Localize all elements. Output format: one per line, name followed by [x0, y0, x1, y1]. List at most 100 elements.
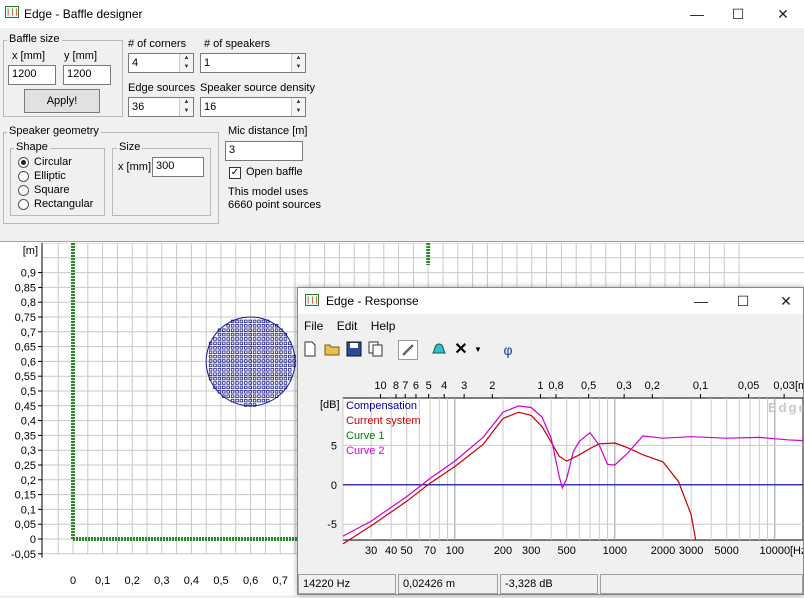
speaker-source-point — [274, 368, 279, 372]
top-tick-label: 2 — [489, 380, 495, 392]
speaker-source-point — [257, 390, 261, 394]
speaker-source-point — [230, 350, 235, 354]
edge-sources-spinbox[interactable]: 36 ▲ ▼ — [128, 97, 194, 117]
speaker-source-point — [235, 372, 239, 376]
speaker-source-point — [222, 381, 226, 385]
size-x-input[interactable]: 300 — [152, 157, 204, 177]
new-icon[interactable] — [300, 340, 320, 360]
pen-icon[interactable] — [398, 340, 418, 360]
close-button[interactable]: ✕ — [760, 0, 804, 28]
density-spinbox[interactable]: 16 ▲ ▼ — [200, 97, 306, 117]
y-tick-label: 0,4 — [21, 416, 36, 428]
dropdown-icon[interactable]: ▼ — [472, 340, 484, 360]
top-tick-label: 4 — [441, 380, 447, 392]
speaker-source-point — [252, 346, 257, 350]
open-baffle-checkbox[interactable]: ✓ — [229, 167, 241, 179]
speaker-source-point — [226, 368, 230, 372]
response-minimize-button[interactable]: — — [678, 288, 724, 314]
speaker-source-point — [244, 337, 248, 341]
mic-distance-input[interactable]: 3 — [225, 141, 303, 161]
close-x-icon[interactable]: ✕ — [451, 340, 471, 360]
radio-circular[interactable] — [18, 157, 29, 168]
speaker-source-point — [266, 350, 270, 354]
baffle-y-input[interactable]: 1200 — [63, 65, 111, 85]
speaker-source-point — [252, 324, 257, 328]
speaker-source-point — [213, 337, 217, 341]
baffle-size-label: Baffle size — [7, 33, 62, 45]
speaker-source-point — [226, 354, 230, 359]
open-icon[interactable] — [322, 340, 342, 360]
speaker-source-point — [279, 332, 283, 337]
speaker-source-point — [270, 363, 274, 368]
speakers-spinbox[interactable]: 1 ▲ ▼ — [200, 53, 306, 73]
speaker-source-point — [261, 350, 266, 354]
speaker-source-point — [261, 346, 266, 350]
speaker-source-point — [252, 398, 257, 403]
speaker-source-point — [266, 394, 270, 398]
speaker-source-point — [270, 381, 274, 385]
spin-arrows-icon[interactable]: ▲ ▼ — [291, 98, 305, 116]
speaker-source-point — [283, 381, 288, 385]
speaker-source-point — [244, 363, 248, 368]
top-tick-label: 3 — [461, 380, 467, 392]
apply-button[interactable]: Apply! — [24, 89, 100, 113]
menu-help[interactable]: Help — [371, 319, 396, 333]
speaker-source-point — [283, 341, 288, 346]
speaker-source-point — [270, 368, 274, 372]
response-chart[interactable]: 30 40 50 70 100 200 300 500 1000 2000 3000 5000 1000… — [300, 374, 803, 572]
speaker-source-point — [266, 363, 270, 368]
spin-arrows-icon[interactable]: ▲ ▼ — [179, 54, 193, 72]
speaker-source-point — [217, 368, 222, 372]
response-maximize-button[interactable]: ☐ — [720, 288, 766, 314]
radio-square[interactable] — [18, 185, 29, 196]
speaker-source-point — [222, 328, 226, 332]
baffle-x-input[interactable]: 1200 — [8, 65, 56, 85]
speaker-source-point — [217, 372, 222, 376]
speaker-source-point — [239, 328, 244, 332]
speaker-source-point — [217, 346, 222, 350]
response-window[interactable]: ||| Edge - Response — ☐ ✕ File Edit Help… — [297, 287, 804, 595]
speaker-source-point — [235, 363, 239, 368]
speaker-source-point — [222, 390, 226, 394]
y-tick-label: -0,05 — [11, 549, 36, 561]
radio-elliptic[interactable] — [18, 171, 29, 182]
speaker-source-point — [261, 328, 266, 332]
speaker-source-point — [261, 341, 266, 346]
maximize-button[interactable]: ☐ — [715, 0, 761, 28]
speaker-source-point — [239, 398, 244, 403]
speaker-source-point — [279, 385, 283, 390]
speaker-source-point — [217, 363, 222, 368]
speaker-source-point — [239, 350, 244, 354]
copy-icon[interactable] — [366, 340, 386, 360]
status-level: -3,328 dB — [500, 574, 598, 594]
minimize-button[interactable]: — — [674, 0, 720, 28]
speaker-source-point — [222, 337, 226, 341]
corners-spinbox[interactable]: 4 ▲ ▼ — [128, 53, 194, 73]
radio-rectangular[interactable] — [18, 199, 29, 210]
speaker-source-point — [239, 368, 244, 372]
y-tick-label: 0,1 — [21, 504, 36, 516]
spin-arrows-icon[interactable]: ▲ ▼ — [291, 54, 305, 72]
y-tick-label: 5 — [331, 440, 337, 452]
response-close-button[interactable]: ✕ — [763, 288, 804, 314]
speaker-source-point — [257, 346, 261, 350]
menu-file[interactable]: File — [304, 319, 323, 333]
status-distance: 0,02426 m — [398, 574, 498, 594]
spin-arrows-icon[interactable]: ▲ ▼ — [179, 98, 193, 116]
save-icon[interactable] — [344, 340, 364, 360]
y-tick-label: 0,75 — [15, 312, 36, 324]
edge-sources-label: Edge sources — [128, 82, 196, 94]
menu-edit[interactable]: Edit — [337, 319, 358, 333]
speaker-source-point — [270, 385, 274, 390]
speaker-source-point — [257, 332, 261, 337]
speaker-source-point — [217, 376, 222, 381]
speaker-geometry-label: Speaker geometry — [7, 125, 101, 137]
speaker-source-point — [213, 368, 217, 372]
bell-icon[interactable] — [429, 340, 449, 360]
speaker-source-point — [261, 390, 266, 394]
phi-icon[interactable]: φ — [498, 340, 518, 360]
speaker-source-point — [235, 328, 239, 332]
top-tick-label: 0,2 — [645, 380, 660, 392]
speaker-source-point — [252, 337, 257, 341]
top-tick-label: [m — [795, 380, 803, 392]
